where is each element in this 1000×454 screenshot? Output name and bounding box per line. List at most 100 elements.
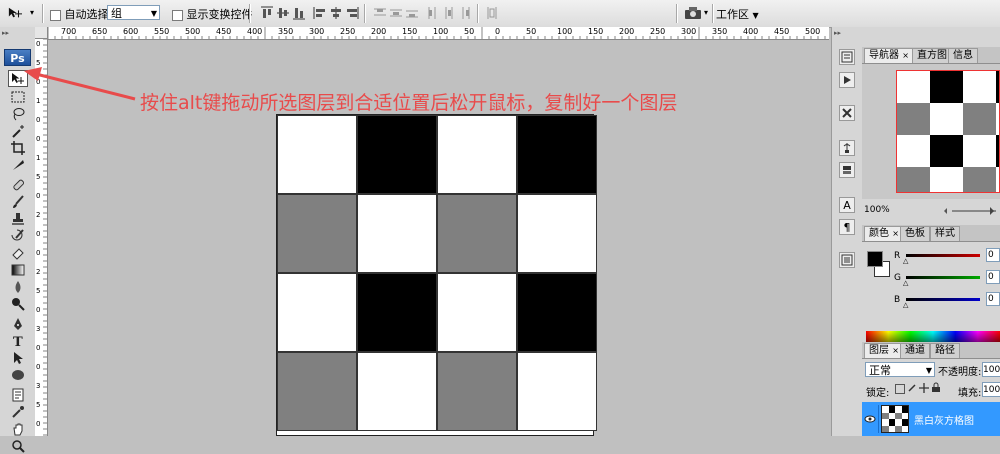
paragraph-panel-icon[interactable]: ¶	[839, 219, 855, 235]
navigator-thumbnail[interactable]	[896, 70, 1000, 193]
distribute-hcenter-icon[interactable]	[442, 6, 456, 20]
tab-channels[interactable]: 通道	[900, 343, 930, 358]
history-brush-tool-icon[interactable]	[9, 228, 27, 244]
align-vcenter-icon[interactable]	[276, 6, 290, 20]
panel-icon-strip: ▸▸ A ¶	[831, 27, 862, 436]
channel-slider[interactable]	[906, 276, 980, 279]
checker-cell	[357, 115, 437, 194]
distribute-top-icon[interactable]	[373, 6, 387, 20]
tab-histogram[interactable]: 直方图	[912, 48, 952, 63]
separator	[477, 4, 479, 23]
crop-tool-icon[interactable]	[9, 140, 27, 156]
channel-slider[interactable]	[906, 298, 980, 301]
dodge-tool-icon[interactable]	[9, 296, 27, 312]
magic-wand-tool-icon[interactable]	[9, 123, 27, 139]
tab-info[interactable]: 信息	[948, 48, 978, 63]
layer-name[interactable]: 黑白灰方格图	[914, 412, 974, 427]
show-transform-checkbox[interactable]	[172, 9, 183, 21]
clone-stamp-tool-icon[interactable]	[9, 211, 27, 227]
foreground-color-swatch[interactable]	[867, 251, 883, 267]
preset-dropdown-arrow-icon[interactable]: ▾	[30, 8, 34, 17]
close-icon[interactable]: ×	[892, 346, 899, 355]
layer-comps-panel-icon[interactable]	[839, 252, 855, 268]
zoom-tool-icon[interactable]	[9, 438, 27, 454]
ruler-label: 450	[774, 27, 790, 36]
close-icon[interactable]: ×	[892, 229, 899, 238]
tab-styles[interactable]: 样式	[930, 226, 960, 241]
align-hcenter-icon[interactable]	[329, 6, 343, 20]
tool-presets-panel-icon[interactable]	[839, 105, 855, 121]
gradient-tool-icon[interactable]	[9, 262, 27, 278]
tab-color[interactable]: 颜色 ×	[864, 226, 904, 241]
path-selection-tool-icon[interactable]	[9, 350, 27, 366]
eraser-tool-icon[interactable]	[9, 245, 27, 261]
layer-thumbnail[interactable]	[881, 405, 909, 433]
channel-value-input[interactable]: 0	[986, 292, 1000, 306]
auto-align-layers-icon[interactable]	[485, 6, 499, 20]
close-icon[interactable]: ×	[902, 51, 909, 60]
align-right-icon[interactable]	[345, 6, 359, 20]
slider-handle-icon[interactable]: △	[903, 301, 908, 309]
horizontal-ruler[interactable]: 700 650 600 550 500 450 400 350 300 250 200 150 100 5…	[48, 27, 829, 40]
notes-tool-icon[interactable]	[9, 387, 27, 403]
character-panel-icon[interactable]: A	[839, 197, 855, 213]
align-left-icon[interactable]	[313, 6, 327, 20]
layer-row[interactable]: 黑白灰方格图	[862, 402, 1000, 436]
hand-tool-icon[interactable]	[9, 421, 27, 437]
ruler-origin[interactable]	[35, 27, 48, 39]
slider-handle-icon[interactable]: △	[903, 279, 908, 287]
lock-all-icon[interactable]	[931, 382, 941, 393]
distribute-left-icon[interactable]	[426, 6, 440, 20]
slider-handle-icon[interactable]: △	[903, 257, 908, 265]
chevron-down-icon: ▼	[150, 9, 157, 18]
type-tool-icon[interactable]: T	[9, 333, 27, 349]
checker-cell	[277, 273, 357, 352]
blur-tool-icon[interactable]	[9, 279, 27, 295]
shape-tool-icon[interactable]	[9, 367, 27, 383]
bridge-icon[interactable]	[684, 6, 702, 20]
healing-brush-tool-icon[interactable]	[9, 177, 27, 193]
auto-select-option[interactable]: 自动选择:	[50, 6, 112, 22]
tab-paths[interactable]: 路径	[930, 343, 960, 358]
zoom-slider[interactable]	[942, 206, 1000, 216]
ruler-label: 100	[557, 27, 573, 36]
navigator-zoom-value[interactable]: 100%	[864, 205, 890, 215]
slice-tool-icon[interactable]	[9, 157, 27, 173]
brushes-panel-icon[interactable]	[839, 140, 855, 156]
eye-visibility-icon[interactable]	[864, 414, 876, 424]
lock-transparency-icon[interactable]	[895, 384, 905, 394]
document-canvas[interactable]	[276, 114, 597, 436]
tab-layers[interactable]: 图层 ×	[864, 343, 904, 358]
tab-navigator[interactable]: 导航器 ×	[864, 48, 914, 63]
lock-image-icon[interactable]	[907, 383, 917, 393]
distribute-bottom-icon[interactable]	[405, 6, 419, 20]
distribute-vcenter-icon[interactable]	[389, 6, 403, 20]
lock-position-icon[interactable]	[919, 383, 929, 393]
collapse-panels-icon[interactable]: ▸▸	[834, 29, 841, 37]
align-bottom-icon[interactable]	[292, 6, 306, 20]
brush-tool-icon[interactable]	[9, 194, 27, 210]
history-panel-icon[interactable]	[839, 49, 855, 65]
workspace-menu[interactable]: 工作区 ▼	[716, 6, 759, 22]
channel-value-input[interactable]: 0	[986, 248, 1000, 262]
ruler-label: 0	[36, 420, 41, 428]
fill-input[interactable]: 100	[982, 382, 1000, 397]
auto-select-dropdown[interactable]: 组 ▼	[107, 5, 160, 20]
distribute-right-icon[interactable]	[458, 6, 472, 20]
tab-swatches[interactable]: 色板	[900, 226, 930, 241]
move-tool-preset-icon[interactable]	[8, 6, 22, 20]
lasso-tool-icon[interactable]	[9, 106, 27, 122]
channel-slider[interactable]	[906, 254, 980, 257]
clone-source-panel-icon[interactable]	[839, 162, 855, 178]
actions-panel-icon[interactable]	[839, 72, 855, 88]
show-transform-option[interactable]: 显示变换控件	[172, 6, 253, 22]
bridge-dropdown-arrow-icon[interactable]: ▾	[704, 8, 708, 17]
eyedropper-tool-icon[interactable]	[9, 404, 27, 420]
channel-value-input[interactable]: 0	[986, 270, 1000, 284]
align-top-icon[interactable]	[260, 6, 274, 20]
opacity-input[interactable]: 100	[982, 362, 1000, 377]
collapse-toolbox-icon[interactable]: ▸▸	[2, 29, 9, 37]
auto-select-checkbox[interactable]	[50, 9, 61, 21]
blend-mode-dropdown[interactable]: 正常 ▼	[865, 362, 935, 377]
pen-tool-icon[interactable]	[9, 316, 27, 332]
